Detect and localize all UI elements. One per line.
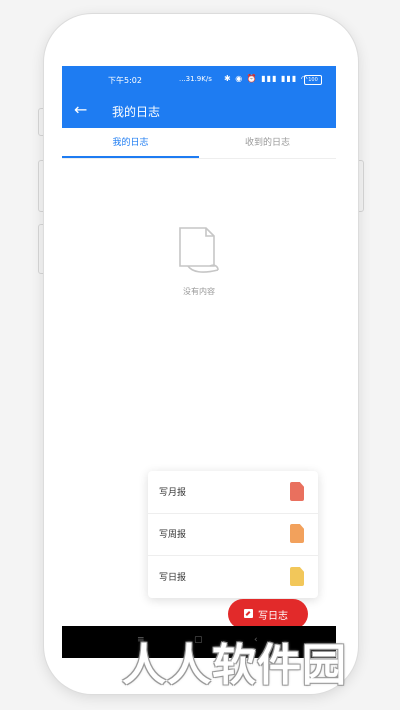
daily-report-icon bbox=[290, 567, 304, 586]
empty-document-icon bbox=[179, 227, 219, 273]
tab-received-logs[interactable]: 收到的日志 bbox=[199, 128, 336, 158]
empty-state-text: 没有内容 bbox=[183, 287, 215, 296]
menu-item-label: 写日报 bbox=[159, 573, 187, 583]
menu-item-monthly-report[interactable]: 写月报 bbox=[148, 471, 318, 514]
edit-icon bbox=[244, 609, 253, 618]
tab-my-logs[interactable]: 我的日志 bbox=[62, 128, 199, 158]
menu-item-label: 写周报 bbox=[159, 530, 187, 540]
menu-item-label: 写月报 bbox=[159, 488, 187, 498]
write-log-label: 写日志 bbox=[258, 611, 288, 622]
menu-item-daily-report[interactable]: 写日报 bbox=[148, 556, 318, 598]
status-icons: ✱ ◉ ⏰ ▮▮▮ ▮▮▮ ◠ bbox=[224, 74, 309, 83]
monthly-report-icon bbox=[290, 482, 304, 501]
status-time: 下午5:02 bbox=[108, 76, 142, 85]
write-log-button[interactable]: 写日志 bbox=[228, 599, 308, 629]
network-speed: ...31.9K/s bbox=[179, 75, 212, 83]
tab-indicator bbox=[62, 156, 199, 158]
back-arrow-icon[interactable]: ← bbox=[74, 100, 87, 119]
weekly-report-icon bbox=[290, 524, 304, 543]
app-bar: ← 我的日志 bbox=[62, 94, 336, 128]
menu-item-weekly-report[interactable]: 写周报 bbox=[148, 513, 318, 556]
status-bar: 下午5:02 ...31.9K/s ✱ ◉ ⏰ ▮▮▮ ▮▮▮ ◠ 100 bbox=[62, 66, 336, 94]
watermark: 人人软件园 bbox=[122, 640, 347, 691]
app-screen: 下午5:02 ...31.9K/s ✱ ◉ ⏰ ▮▮▮ ▮▮▮ ◠ 100 ← … bbox=[62, 66, 336, 658]
page-title: 我的日志 bbox=[112, 105, 161, 119]
write-log-menu: 写月报 写周报 写日报 bbox=[148, 471, 318, 598]
tab-bar: 我的日志 收到的日志 bbox=[62, 128, 336, 159]
battery-icon: 100 bbox=[304, 75, 322, 85]
